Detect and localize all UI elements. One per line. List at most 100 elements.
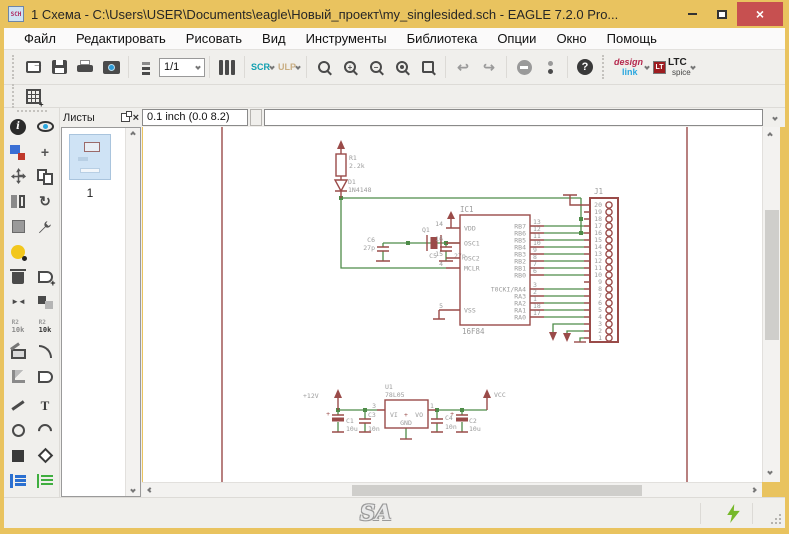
run-ulp-button[interactable]: ULP [276, 55, 302, 79]
split-button[interactable] [6, 364, 31, 389]
designlink-button[interactable]: design link [610, 55, 651, 79]
component-d1[interactable]: D1 1N4148 [335, 178, 372, 198]
close-panel-icon[interactable]: × [133, 112, 139, 124]
mark-button[interactable]: + [33, 139, 58, 164]
delete-button[interactable] [6, 264, 31, 289]
menu-edit[interactable]: Редактировать [66, 29, 176, 48]
component-j1[interactable]: J1 20 19 18 17 16 15 14 13 12 11 10 9 8 … [584, 187, 618, 342]
miter-button[interactable] [33, 339, 58, 364]
undo-button[interactable]: ↩ [450, 55, 476, 79]
board-button[interactable] [214, 55, 240, 79]
text-button[interactable]: T [33, 393, 58, 418]
menu-draw[interactable]: Рисовать [176, 29, 252, 48]
toolbar-handle[interactable] [12, 84, 16, 108]
cut-button[interactable] [33, 239, 58, 264]
group-button[interactable] [6, 214, 31, 239]
command-input[interactable] [264, 109, 763, 126]
polygon-button[interactable] [33, 443, 58, 468]
horizontal-scrollbar[interactable] [142, 482, 762, 497]
menu-tools[interactable]: Инструменты [296, 29, 397, 48]
mirror-button[interactable] [6, 189, 31, 214]
component-ic1[interactable]: IC1 16F84 14 16 15 4 5 VDD OSC1 OSC2 MCL… [433, 205, 544, 336]
svg-text:16: 16 [435, 235, 443, 243]
menu-file[interactable]: Файл [14, 29, 66, 48]
command-history-button[interactable] [765, 116, 785, 120]
bus-button[interactable] [6, 468, 31, 493]
maximize-icon [717, 10, 727, 19]
maximize-button[interactable] [707, 3, 737, 25]
minimize-icon [688, 13, 697, 15]
component-c6[interactable]: C6 27p [363, 236, 390, 261]
zoom-fit-button[interactable] [311, 55, 337, 79]
grid-button[interactable] [20, 84, 46, 108]
menu-window[interactable]: Окно [546, 29, 596, 48]
invoke-button[interactable] [33, 364, 58, 389]
vertical-scrollbar[interactable] [762, 127, 780, 482]
svg-text:R1: R1 [349, 154, 357, 162]
coordinate-split-button[interactable] [250, 109, 262, 126]
polygon-icon [37, 448, 53, 464]
zoom-out-icon: − [370, 61, 382, 73]
name-button[interactable]: R210k [6, 314, 31, 339]
scroll-right-icon [751, 487, 757, 493]
float-panel-icon[interactable] [121, 113, 130, 122]
open-button[interactable] [20, 55, 46, 79]
palette-handle[interactable] [17, 110, 47, 112]
cam-processor-button[interactable] [98, 55, 124, 79]
zoom-in-button[interactable]: + [337, 55, 363, 79]
smash-button[interactable] [6, 339, 31, 364]
print-button[interactable] [72, 55, 98, 79]
display-button[interactable] [6, 139, 31, 164]
close-button[interactable]: × [737, 2, 783, 26]
replace-button[interactable] [33, 289, 58, 314]
zoom-redraw-button[interactable] [389, 55, 415, 79]
menu-library[interactable]: Библиотека [397, 29, 488, 48]
sheet-switch-button[interactable] [133, 55, 159, 79]
vertical-scroll-thumb[interactable] [765, 210, 779, 340]
menu-options[interactable]: Опции [487, 29, 546, 48]
help-button[interactable]: ? [572, 55, 598, 79]
wire-button[interactable] [6, 393, 31, 418]
info-button[interactable]: i [6, 114, 31, 139]
show-button[interactable] [33, 114, 58, 139]
zoom-out-button[interactable]: − [363, 55, 389, 79]
rect-button[interactable] [6, 443, 31, 468]
toolbar-handle[interactable] [12, 55, 16, 79]
circle-button[interactable] [6, 418, 31, 443]
ltcspice-button[interactable]: LT LTCspice [651, 55, 697, 79]
chevron-down-icon [269, 64, 275, 70]
component-c3[interactable]: C3 10n [359, 411, 380, 433]
sheet-selector[interactable]: 1/1 [159, 58, 205, 77]
add-button[interactable] [33, 264, 58, 289]
redo-button[interactable]: ↪ [476, 55, 502, 79]
minimize-button[interactable] [677, 3, 707, 25]
value-button[interactable]: R210k [33, 314, 58, 339]
scroll-left-icon [147, 487, 153, 493]
arc-button[interactable] [33, 418, 58, 443]
menu-help[interactable]: Помощь [597, 29, 667, 48]
run-script-button[interactable]: SCR [249, 55, 276, 79]
horizontal-scroll-thumb[interactable] [352, 485, 642, 496]
svg-text:U1: U1 [385, 383, 393, 391]
rotate-button[interactable]: ↻ [33, 189, 58, 214]
component-r1[interactable]: R1 2.2k [336, 140, 365, 180]
go-button[interactable] [537, 55, 563, 79]
move-button[interactable] [6, 164, 31, 189]
sheet-thumbnail[interactable] [69, 134, 111, 180]
stop-button[interactable] [511, 55, 537, 79]
paste-button[interactable] [6, 239, 31, 264]
component-c1[interactable]: + C1 10u [326, 410, 358, 433]
window-controls: × [677, 0, 783, 28]
resize-grip[interactable] [771, 514, 781, 524]
save-button[interactable] [46, 55, 72, 79]
svg-text:3: 3 [372, 402, 376, 410]
zoom-select-button[interactable] [415, 55, 441, 79]
menu-view[interactable]: Вид [252, 29, 296, 48]
change-button[interactable] [33, 214, 58, 239]
toolbar-handle[interactable] [602, 55, 606, 79]
net-button[interactable] [33, 468, 58, 493]
pinswap-button[interactable]: ►◄ [6, 289, 31, 314]
sheets-scrollbar[interactable] [125, 128, 140, 496]
copy-button[interactable] [33, 164, 58, 189]
schematic-canvas[interactable]: R1 2.2k D1 1N4148 Q1 C6 27p C5 [143, 127, 762, 482]
